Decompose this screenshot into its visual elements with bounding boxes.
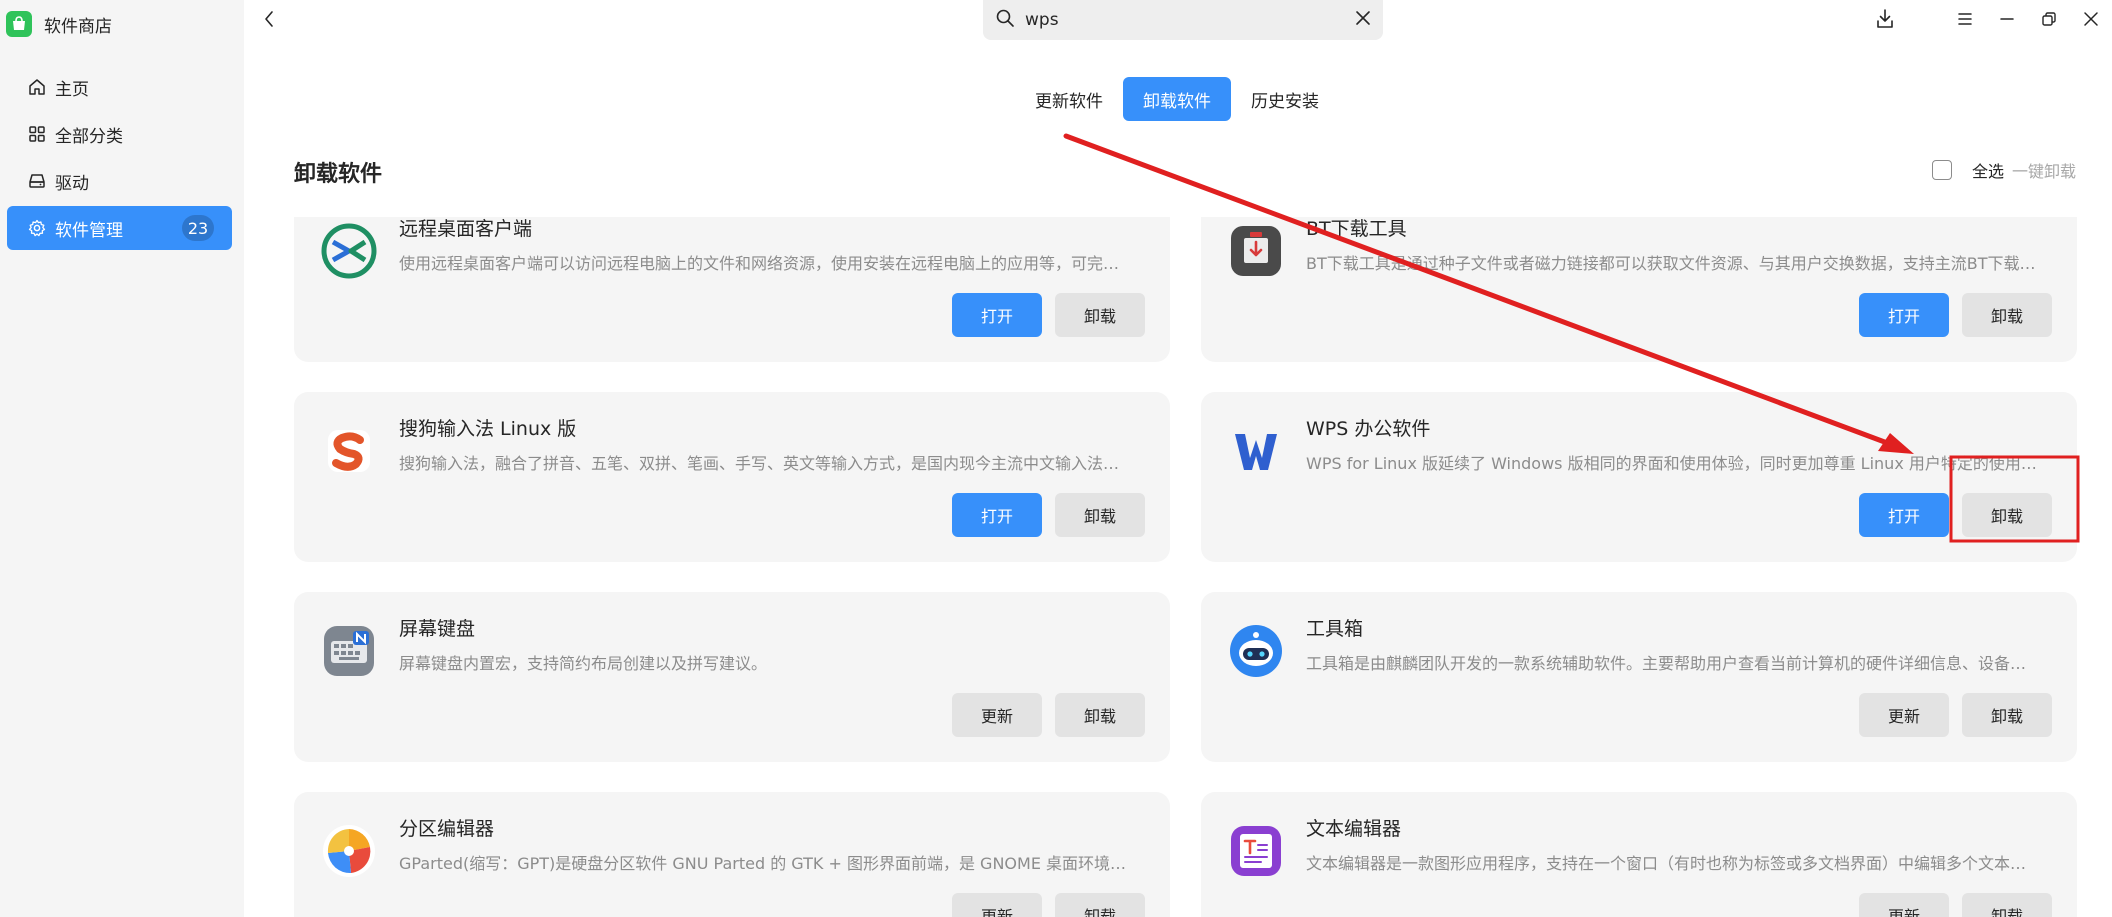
app-name: 软件商店 xyxy=(44,16,112,37)
select-all-label: 全选 xyxy=(1971,162,2004,181)
close-icon xyxy=(2084,12,2098,26)
app-description: 屏幕键盘内置宏，支持简约布局创建以及拼写建议。 xyxy=(399,654,768,673)
grid-icon xyxy=(27,124,47,144)
select-all-checkbox[interactable] xyxy=(1931,160,1952,180)
update-button[interactable]: 更新 xyxy=(952,893,1042,917)
download-icon xyxy=(1877,9,1893,28)
toolbox-icon xyxy=(1227,622,1285,680)
app-description: 搜狗输入法，融合了拼音、五笔、双拼、笔画、手写、英文等输入方式，是国内现今主流中… xyxy=(399,454,1134,473)
app-list: 远程桌面客户端 使用远程桌面客户端可以访问远程电脑上的文件和网络资源，使用安装在… xyxy=(294,217,2078,917)
sidebar-item-software-management[interactable]: 软件管理 23 xyxy=(7,206,232,250)
list-item: 工具箱 工具箱是由麒麟团队开发的一款系统辅助软件。主要帮助用户查看当前计算机的硬… xyxy=(1201,592,2077,762)
tab-install-history[interactable]: 历史安装 xyxy=(1231,77,1339,121)
update-button[interactable]: 更新 xyxy=(952,693,1042,737)
list-item: 分区编辑器 GParted(缩写：GPT)是硬盘分区软件 GNU Parted … xyxy=(294,792,1170,917)
list-item: 搜狗输入法 Linux 版 搜狗输入法，融合了拼音、五笔、双拼、笔画、手写、英文… xyxy=(294,392,1170,562)
tab-uninstall-software[interactable]: 卸载软件 xyxy=(1123,77,1231,121)
search-input[interactable] xyxy=(1025,10,1355,30)
management-tabs: 更新软件 卸载软件 历史安装 xyxy=(1015,77,1339,121)
partition-icon xyxy=(320,822,378,880)
keyboard-icon xyxy=(320,622,378,680)
chevron-left-icon xyxy=(265,11,273,27)
list-item: 远程桌面客户端 使用远程桌面客户端可以访问远程电脑上的文件和网络资源，使用安装在… xyxy=(294,217,1170,362)
close-button[interactable] xyxy=(2070,6,2112,32)
uninstall-button[interactable]: 卸载 xyxy=(1055,893,1145,917)
uninstall-button[interactable]: 卸载 xyxy=(1055,293,1145,337)
search-icon xyxy=(995,8,1015,32)
page-title: 卸载软件 xyxy=(294,162,383,187)
app-description: 文本编辑器是一款图形应用程序，支持在一个窗口（有时也称为标签或多文档界面）中编辑… xyxy=(1306,854,2041,873)
app-name: 远程桌面客户端 xyxy=(399,218,533,240)
app-description: GParted(缩写：GPT)是硬盘分区软件 GNU Parted 的 GTK … xyxy=(399,854,1134,873)
uninstall-button[interactable]: 卸载 xyxy=(1962,893,2052,917)
app-name: WPS 办公软件 xyxy=(1306,418,1431,440)
select-all[interactable]: 全选 xyxy=(1931,158,2004,182)
home-icon xyxy=(27,77,47,97)
tab-update-software[interactable]: 更新软件 xyxy=(1015,77,1123,121)
list-item: 文本编辑器 文本编辑器是一款图形应用程序，支持在一个窗口（有时也称为标签或多文档… xyxy=(1201,792,2077,917)
sidebar-item-all-categories[interactable]: 全部分类 xyxy=(7,112,232,156)
bt-download-icon xyxy=(1227,222,1285,280)
gear-icon xyxy=(27,218,47,238)
uninstall-button[interactable]: 卸载 xyxy=(1055,493,1145,537)
list-item: 屏幕键盘 屏幕键盘内置宏，支持简约布局创建以及拼写建议。 更新 卸载 xyxy=(294,592,1170,762)
open-button[interactable]: 打开 xyxy=(1859,493,1949,537)
restore-button[interactable] xyxy=(2028,6,2070,32)
app-title: 软件商店 xyxy=(6,11,112,37)
app-name: 搜狗输入法 Linux 版 xyxy=(399,418,577,440)
uninstall-button[interactable]: 卸载 xyxy=(1055,693,1145,737)
list-item: BT下载工具 BT下载工具是通过种子文件或者磁力链接都可以获取文件资源、与其用户… xyxy=(1201,217,2077,362)
app-store-logo-icon xyxy=(6,11,32,37)
sidebar-item-label: 全部分类 xyxy=(55,126,123,147)
printer-icon xyxy=(27,171,47,191)
sidebar-item-drivers[interactable]: 驱动 xyxy=(7,159,232,203)
one-click-uninstall-button[interactable]: 一键卸载 xyxy=(2012,158,2076,182)
text-editor-icon xyxy=(1227,822,1285,880)
remote-desktop-icon xyxy=(320,222,378,280)
update-button[interactable]: 更新 xyxy=(1859,893,1949,917)
app-name: 屏幕键盘 xyxy=(399,618,476,640)
sidebar-item-label: 软件管理 xyxy=(55,220,123,241)
window-controls xyxy=(1864,6,2112,32)
hamburger-menu-icon xyxy=(1958,13,1972,25)
wps-uninstall-button[interactable]: 卸载 xyxy=(1962,493,2052,537)
app-name: 文本编辑器 xyxy=(1306,818,1402,840)
app-name: BT下载工具 xyxy=(1306,218,1407,240)
minimize-button[interactable] xyxy=(1986,6,2028,32)
open-button[interactable]: 打开 xyxy=(1859,293,1949,337)
restore-icon xyxy=(2042,12,2056,26)
sidebar-nav: 主页 全部分类 驱动 软件管理 23 xyxy=(7,65,232,253)
app-description: BT下载工具是通过种子文件或者磁力链接都可以获取文件资源、与其用户交换数据，支持… xyxy=(1306,254,2041,273)
sidebar-item-label: 驱动 xyxy=(55,173,89,194)
open-button[interactable]: 打开 xyxy=(952,293,1042,337)
app-description: WPS for Linux 版延续了 Windows 版相同的界面和使用体验，同… xyxy=(1306,454,2041,473)
uninstall-button[interactable]: 卸载 xyxy=(1962,293,2052,337)
clear-search-icon[interactable] xyxy=(1355,10,1371,30)
back-button[interactable] xyxy=(258,6,280,32)
menu-button[interactable] xyxy=(1944,6,1986,32)
list-item: WPS 办公软件 WPS for Linux 版延续了 Windows 版相同的… xyxy=(1201,392,2077,562)
sidebar: 软件商店 主页 全部分类 驱动 软件管理 23 xyxy=(0,0,244,917)
update-button[interactable]: 更新 xyxy=(1859,693,1949,737)
app-description: 使用远程桌面客户端可以访问远程电脑上的文件和网络资源，使用安装在远程电脑上的应用… xyxy=(399,254,1134,273)
search-box[interactable] xyxy=(983,0,1383,40)
sidebar-item-label: 主页 xyxy=(55,79,89,100)
app-name: 工具箱 xyxy=(1306,618,1364,640)
minimize-icon xyxy=(2000,18,2014,20)
uninstall-button[interactable]: 卸载 xyxy=(1962,693,2052,737)
app-description: 工具箱是由麒麟团队开发的一款系统辅助软件。主要帮助用户查看当前计算机的硬件详细信… xyxy=(1306,654,2041,673)
app-name: 分区编辑器 xyxy=(399,818,495,840)
wps-icon xyxy=(1227,422,1285,480)
update-count-badge: 23 xyxy=(182,215,214,241)
sidebar-item-home[interactable]: 主页 xyxy=(7,65,232,109)
open-button[interactable]: 打开 xyxy=(952,493,1042,537)
sogou-icon xyxy=(320,422,378,480)
download-manager-button[interactable] xyxy=(1864,6,1906,32)
